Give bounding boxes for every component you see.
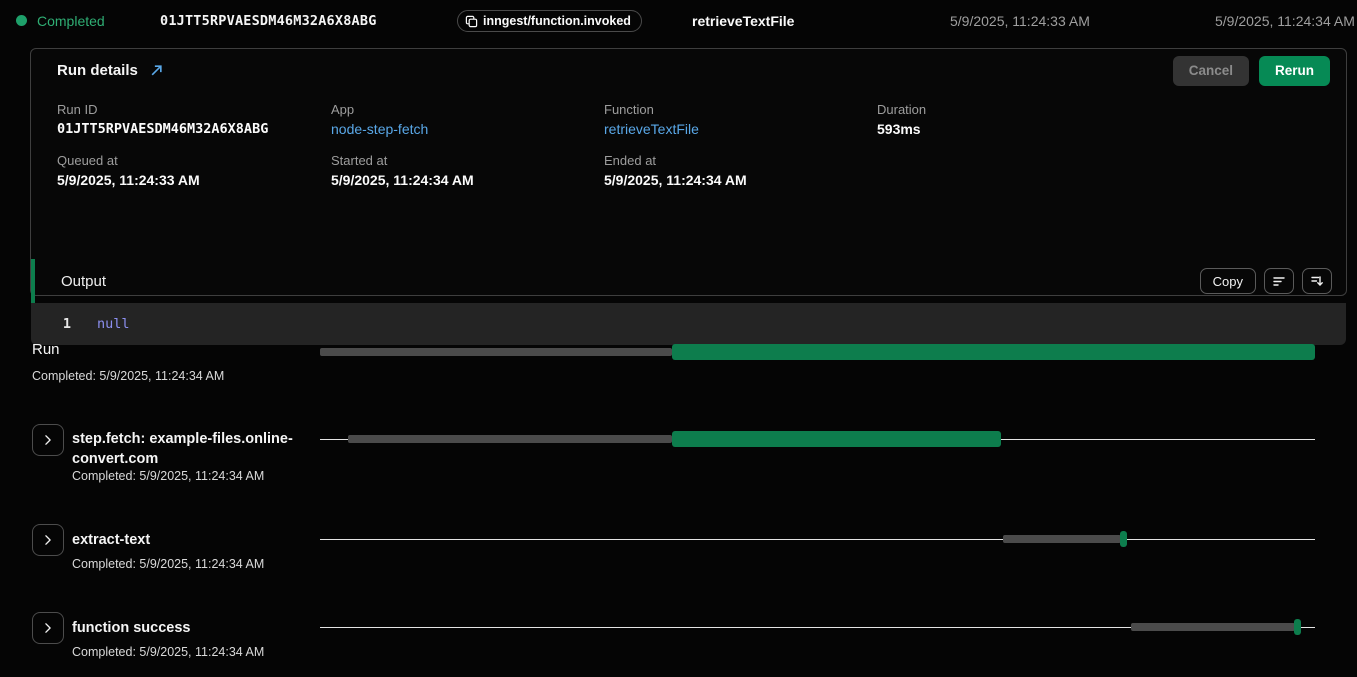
field-duration: Duration 593ms	[877, 102, 1320, 137]
function-success-completed: Completed: 5/9/2025, 11:24:34 AM	[72, 645, 264, 659]
word-wrap-button[interactable]	[1264, 268, 1294, 294]
output-title: Output	[61, 273, 106, 290]
wait-duration-bar	[1131, 623, 1295, 631]
field-value: 01JTT5RPVAESDM46M32A6X8ABG	[57, 121, 331, 137]
field-label: Duration	[877, 102, 1320, 117]
external-link-icon[interactable]	[150, 64, 163, 77]
function-success-label: function success	[72, 618, 312, 638]
extract-text-completed: Completed: 5/9/2025, 11:24:34 AM	[72, 557, 264, 571]
field-value: 593ms	[877, 121, 1320, 137]
field-value: 5/9/2025, 11:24:33 AM	[57, 172, 331, 188]
field-app: App node-step-fetch	[331, 102, 604, 137]
run-status-text: Completed	[37, 13, 105, 29]
expand-function-success-button[interactable]	[32, 612, 64, 644]
expand-step-fetch-button[interactable]	[32, 424, 64, 456]
field-label: Queued at	[57, 153, 331, 168]
step-fetch-completed: Completed: 5/9/2025, 11:24:34 AM	[72, 469, 264, 483]
field-value: 5/9/2025, 11:24:34 AM	[604, 172, 877, 188]
field-label: Started at	[331, 153, 604, 168]
copy-output-button[interactable]: Copy	[1200, 268, 1256, 294]
step-duration-marker	[1120, 531, 1127, 547]
function-link[interactable]: retrieveTextFile	[604, 121, 877, 137]
word-wrap-icon	[1272, 274, 1286, 288]
timeline-run-completed: Completed: 5/9/2025, 11:24:34 AM	[32, 369, 224, 383]
step-duration-bar	[672, 431, 1000, 447]
event-name-badge[interactable]: inngest/function.invoked	[457, 10, 642, 32]
code-null-value: null	[97, 316, 130, 332]
field-ended-at: Ended at 5/9/2025, 11:24:34 AM	[604, 153, 877, 188]
expand-extract-text-button[interactable]	[32, 524, 64, 556]
cancel-button[interactable]: Cancel	[1173, 56, 1249, 86]
output-actions: Copy	[1200, 268, 1332, 294]
started-timestamp: 5/9/2025, 11:24:34 AM	[1215, 13, 1355, 29]
field-label: Ended at	[604, 153, 877, 168]
scroll-to-bottom-button[interactable]	[1302, 268, 1332, 294]
field-started-at: Started at 5/9/2025, 11:24:34 AM	[331, 153, 604, 188]
field-queued-at: Queued at 5/9/2025, 11:24:33 AM	[57, 153, 331, 188]
field-run-id: Run ID 01JTT5RPVAESDM46M32A6X8ABG	[57, 102, 331, 137]
lines-arrow-down-icon	[1310, 274, 1324, 288]
field-function: Function retrieveTextFile	[604, 102, 877, 137]
run-details-panel: Run details Cancel Rerun Run ID 01JTT5RP…	[30, 48, 1347, 296]
wait-duration-bar	[348, 435, 672, 443]
run-details-header: Run details Cancel Rerun	[31, 49, 1346, 92]
panel-actions: Cancel Rerun	[1173, 56, 1330, 86]
field-label: Function	[604, 102, 877, 117]
chevron-right-icon	[43, 623, 53, 633]
extract-text-track[interactable]	[320, 531, 1315, 547]
app-link[interactable]: node-step-fetch	[331, 121, 604, 137]
extract-text-label: extract-text	[72, 530, 312, 550]
event-badge-label: inngest/function.invoked	[483, 14, 631, 28]
field-value: 5/9/2025, 11:24:34 AM	[331, 172, 604, 188]
run-details-grid: Run ID 01JTT5RPVAESDM46M32A6X8ABG App no…	[31, 92, 1346, 188]
code-line-number: 1	[31, 316, 71, 332]
timeline-run-label: Run	[32, 341, 60, 358]
timeline-run-track[interactable]	[320, 344, 1315, 360]
run-details-title: Run details	[57, 62, 138, 79]
function-name-text: retrieveTextFile	[692, 13, 794, 29]
field-label: Run ID	[57, 102, 331, 117]
run-duration-bar	[672, 344, 1315, 360]
field-label: App	[331, 102, 604, 117]
queue-duration-bar	[320, 348, 672, 356]
copy-icon	[465, 15, 478, 28]
queued-timestamp: 5/9/2025, 11:24:33 AM	[950, 13, 1090, 29]
step-fetch-label: step.fetch: example-files.online-convert…	[72, 429, 312, 469]
output-code-block[interactable]: 1 null	[31, 303, 1346, 345]
step-fetch-track[interactable]	[320, 431, 1315, 447]
output-section-header: Output Copy	[31, 259, 1346, 303]
chevron-right-icon	[43, 535, 53, 545]
status-dot-icon	[16, 15, 27, 26]
run-id-text: 01JTT5RPVAESDM46M32A6X8ABG	[160, 13, 377, 29]
rerun-button[interactable]: Rerun	[1259, 56, 1330, 86]
run-status-bar: Completed 01JTT5RPVAESDM46M32A6X8ABG inn…	[0, 0, 1357, 42]
chevron-right-icon	[43, 435, 53, 445]
step-duration-marker	[1294, 619, 1301, 635]
track-baseline	[320, 539, 1315, 540]
function-success-track[interactable]	[320, 619, 1315, 635]
wait-duration-bar	[1003, 535, 1121, 543]
